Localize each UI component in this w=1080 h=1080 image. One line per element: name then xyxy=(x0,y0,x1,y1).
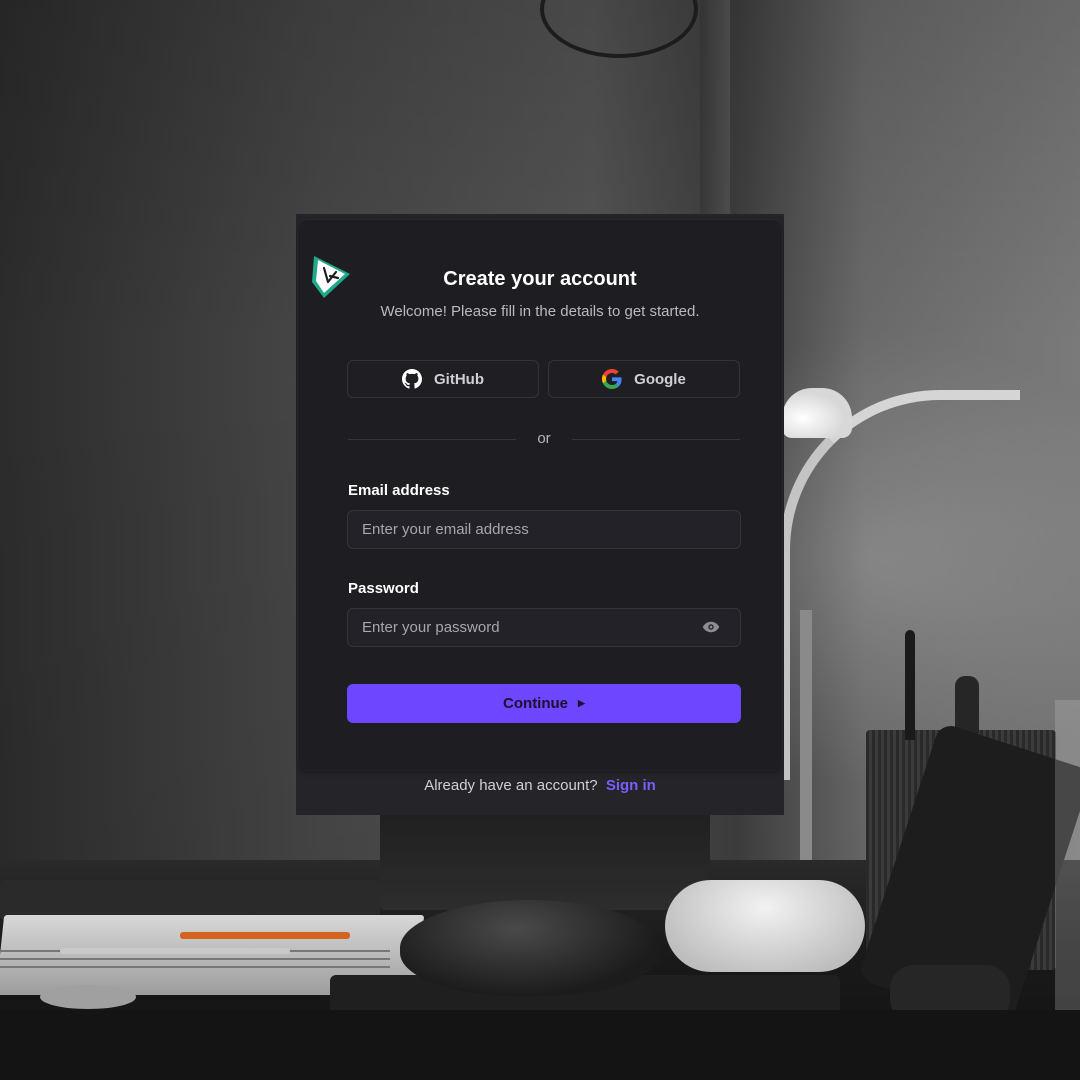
continue-button-label: Continue xyxy=(503,695,569,712)
desk-lamp-pole xyxy=(800,610,812,890)
desk-lamp-arm xyxy=(780,390,1020,780)
white-device xyxy=(665,880,865,972)
glass xyxy=(1055,700,1080,1030)
email-field[interactable] xyxy=(347,510,741,549)
or-divider: or xyxy=(348,430,740,450)
round-object xyxy=(40,985,136,1009)
signin-prompt: Already have an account? xyxy=(424,777,598,794)
desk-edge xyxy=(0,1010,1080,1080)
pen-in-holder xyxy=(905,630,915,740)
keyboard xyxy=(0,880,380,920)
google-button[interactable]: Google xyxy=(548,360,740,398)
eye-icon[interactable] xyxy=(702,620,720,634)
continue-button[interactable]: Continue ▶ xyxy=(347,684,741,723)
page-subtitle: Welcome! Please fill in the details to g… xyxy=(380,303,700,320)
signup-card: Create your account Welcome! Please fill… xyxy=(296,214,784,815)
computer-mouse xyxy=(400,900,660,996)
divider-line-right xyxy=(572,439,740,440)
page-title: Create your account xyxy=(443,268,637,290)
pencil xyxy=(180,932,350,939)
laptop xyxy=(380,800,710,910)
github-icon xyxy=(402,369,422,389)
github-button-label: GitHub xyxy=(434,370,484,388)
play-arrow-icon: ▶ xyxy=(578,698,585,708)
pen xyxy=(60,948,290,954)
google-icon xyxy=(602,369,622,389)
password-field[interactable] xyxy=(347,608,741,647)
desk-lamp-head xyxy=(782,388,852,438)
google-button-label: Google xyxy=(634,370,686,388)
password-label: Password xyxy=(348,580,419,597)
signin-footer: Already have an account? Sign in xyxy=(296,777,784,794)
email-label: Email address xyxy=(348,482,450,499)
github-button[interactable]: GitHub xyxy=(347,360,539,398)
signup-form-panel: Create your account Welcome! Please fill… xyxy=(298,220,782,770)
signin-link[interactable]: Sign in xyxy=(606,777,656,794)
